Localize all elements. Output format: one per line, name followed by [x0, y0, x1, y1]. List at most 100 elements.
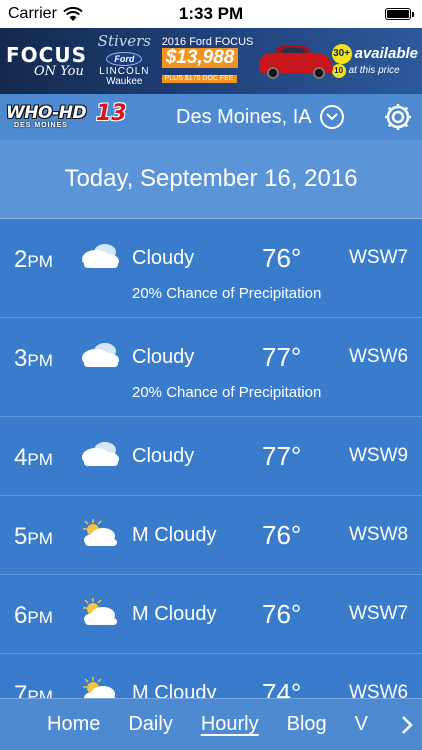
hour-wind: WSW9	[349, 445, 409, 466]
hour-temperature: 74°	[262, 678, 302, 698]
nav-item-v[interactable]: V	[341, 713, 382, 736]
hour-number: 4	[14, 444, 28, 471]
ad-focus-on-you: ON You	[34, 65, 87, 78]
ad-available: available	[354, 45, 418, 63]
battery-cap	[412, 11, 414, 17]
ad-at-this-price: at this price	[348, 64, 400, 76]
hour-wind: WSW7	[349, 247, 409, 268]
hour-wind: WSW8	[349, 524, 409, 545]
hour-row: 5PM M Cloudy 76° WSW8	[0, 496, 422, 575]
gear-icon[interactable]	[382, 101, 414, 133]
ad-focus-on: ON	[34, 63, 57, 79]
hour-temperature: 76°	[262, 243, 302, 273]
hour-condition: M Cloudy	[132, 524, 217, 546]
battery-body	[385, 8, 411, 20]
hour-number: 5	[14, 523, 28, 550]
hour-temperature: 77°	[262, 441, 302, 471]
mostly-cloudy-icon	[79, 518, 121, 548]
hourly-list[interactable]: 2PM Cloudy 76° WSW7 20% Chance of Precipitat…	[0, 219, 422, 698]
ad-price: $13,988	[161, 48, 239, 69]
hour-condition: Cloudy	[132, 445, 195, 467]
ad-focus-you: You	[60, 63, 84, 79]
wifi-icon	[63, 6, 83, 21]
hour-number: 2	[14, 246, 28, 273]
status-bar: Carrier 1:33 PM	[0, 0, 422, 28]
ad-price-row: 10 at this price	[331, 64, 418, 78]
car-wheel-front	[267, 67, 280, 79]
nav-items: Home Daily Hourly Blog V	[0, 713, 382, 736]
battery-icon	[385, 8, 414, 20]
logo-text: WHO-HD	[6, 103, 87, 123]
logo-sub: DES MOINES	[14, 122, 68, 129]
ad-dealer-name: Stivers	[97, 32, 151, 51]
ad-focus-big: FOCUS	[6, 42, 87, 67]
nav-item-daily[interactable]: Daily	[114, 713, 186, 736]
chevron-right-glyph	[402, 716, 413, 734]
cloudy-icon	[79, 241, 121, 271]
hour-temperature: 76°	[262, 520, 302, 550]
chevron-down-icon[interactable]	[319, 105, 344, 129]
mostly-cloudy-icon	[79, 597, 121, 627]
ford-logo: Ford	[106, 51, 143, 66]
bottom-nav: Home Daily Hourly Blog V	[0, 698, 422, 750]
chevron-down-glyph	[325, 113, 338, 121]
station-logo: WHO-HD DES MOINES 13	[6, 101, 130, 131]
logo-channel: 13	[96, 101, 127, 126]
ad-waukee: Waukee	[106, 76, 143, 88]
hour-row: 3PM Cloudy 77° WSW6 20% Chance of Precipitat…	[0, 318, 422, 417]
date-text: Today, September 16, 2016	[64, 165, 358, 192]
hour-precipitation: 20% Chance of Precipitation	[132, 384, 322, 401]
location-name: Des Moines, IA	[176, 105, 312, 128]
app-header: WHO-HD DES MOINES 13 Des Moines, IA	[0, 94, 422, 140]
hour-wind: WSW6	[349, 682, 409, 698]
hour-ampm: PM	[27, 687, 53, 698]
ad-dealer-logo: Stivers Ford LINCOLN Waukee	[87, 32, 162, 88]
hour-row: 7PM M Cloudy 74° WSW6	[0, 654, 422, 698]
status-left: Carrier	[8, 5, 83, 23]
hour-condition: Cloudy	[132, 247, 195, 269]
hour-temperature: 77°	[262, 342, 302, 372]
hour-time: 4PM	[14, 444, 53, 472]
hour-wind: WSW6	[349, 346, 409, 367]
hour-ampm: PM	[27, 252, 53, 271]
hour-time: 5PM	[14, 523, 53, 551]
ad-availability: 30+ available 10 at this price	[331, 44, 422, 78]
ad-banner[interactable]: FOCUS ON You Stivers Ford LINCOLN Waukee…	[0, 28, 422, 94]
mostly-cloudy-icon	[79, 676, 121, 698]
battery-fill	[387, 10, 409, 18]
hour-row: 4PM Cloudy 77° WSW9	[0, 417, 422, 496]
hour-condition: M Cloudy	[132, 682, 217, 698]
hour-time: 6PM	[14, 602, 53, 630]
hourly-rows: 2PM Cloudy 76° WSW7 20% Chance of Precipitat…	[0, 219, 422, 698]
hour-number: 3	[14, 345, 28, 372]
cloudy-icon	[79, 340, 121, 370]
carrier-label: Carrier	[8, 5, 57, 22]
ad-focus-logo: FOCUS ON You	[0, 45, 87, 78]
hour-ampm: PM	[27, 450, 53, 469]
chevron-right-icon[interactable]	[392, 699, 422, 750]
nav-item-hourly[interactable]: Hourly	[187, 713, 273, 736]
hour-number: 6	[14, 602, 28, 629]
car-image	[255, 41, 334, 81]
location-selector[interactable]: Des Moines, IA	[176, 105, 344, 129]
hour-wind: WSW7	[349, 603, 409, 624]
hour-ampm: PM	[27, 608, 53, 627]
hour-precipitation: 20% Chance of Precipitation	[132, 285, 322, 302]
hour-time: 7PM	[14, 681, 53, 698]
cloudy-icon	[79, 439, 121, 469]
hour-ampm: PM	[27, 529, 53, 548]
nav-item-home[interactable]: Home	[0, 713, 114, 736]
hour-row: 6PM M Cloudy 76° WSW7	[0, 575, 422, 654]
hour-ampm: PM	[27, 351, 53, 370]
nav-item-blog[interactable]: Blog	[273, 713, 341, 736]
date-header: Today, September 16, 2016	[0, 140, 422, 219]
ad-offer: 2016 Ford FOCUS $13,988 PLUS $175 DOC FE…	[161, 36, 255, 85]
hour-row: 2PM Cloudy 76° WSW7 20% Chance of Precipitat…	[0, 219, 422, 318]
hour-number: 7	[14, 681, 28, 698]
ad-avail-row: 30+ available	[331, 44, 418, 64]
car-wheel-rear	[313, 67, 326, 79]
hour-condition: Cloudy	[132, 346, 195, 368]
hour-time: 2PM	[14, 246, 53, 274]
ad-doc-fee: PLUS $175 DOC FEE	[161, 75, 237, 83]
hour-temperature: 76°	[262, 599, 302, 629]
